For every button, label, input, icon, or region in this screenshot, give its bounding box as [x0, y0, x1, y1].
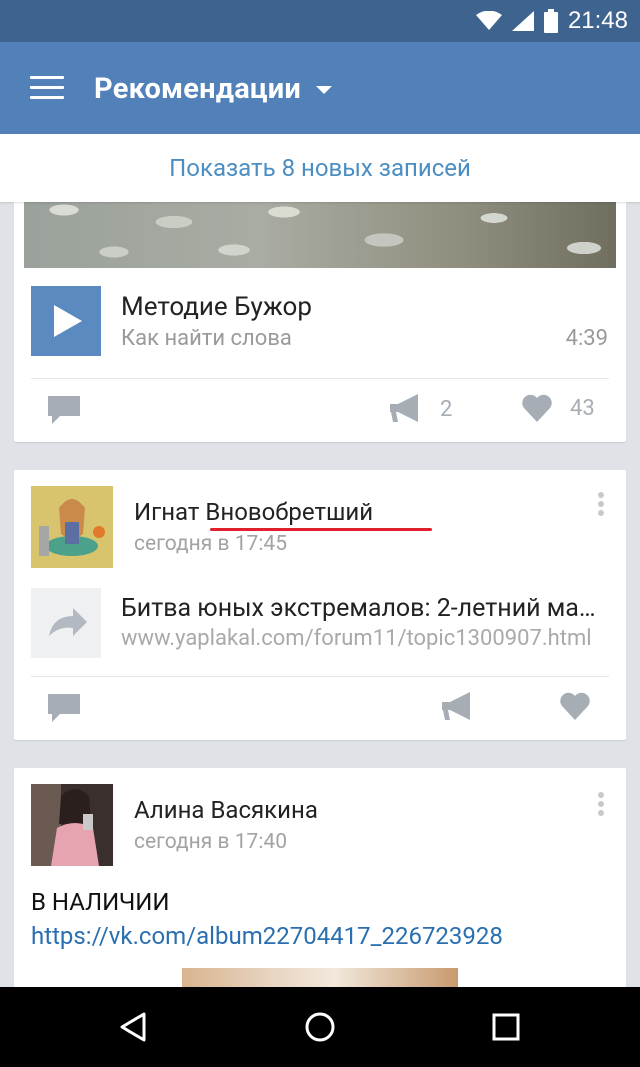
video-subtitle: Как найти слова — [121, 326, 292, 351]
repost-count: 2 — [440, 396, 453, 422]
post-card-link: Игнат Вновобретший сегодня в 17:45 Битва… — [14, 470, 626, 740]
status-bar: 21:48 — [0, 0, 640, 42]
status-icons: 21:48 — [475, 7, 628, 34]
post-card-video: Методие Бужор Как найти слова 4:39 2 43 — [14, 200, 626, 442]
author-underline — [210, 528, 432, 531]
repost-button[interactable]: 2 — [390, 394, 452, 424]
avatar[interactable] — [31, 784, 113, 866]
app-bar: Рекомендации — [0, 42, 640, 134]
comment-button[interactable] — [48, 396, 80, 424]
link-title[interactable]: Битва юных экстремалов: 2-летний мальчик… — [121, 594, 609, 623]
post-author[interactable]: Игнат Вновобретший — [134, 498, 373, 526]
back-icon[interactable] — [118, 1011, 148, 1043]
recents-icon[interactable] — [492, 1011, 520, 1043]
post-text: В НАЛИЧИИ — [31, 888, 170, 916]
like-button[interactable] — [560, 692, 590, 720]
post-link[interactable]: https://vk.com/album22704417_226723928 — [31, 922, 503, 950]
like-icon — [560, 692, 590, 720]
video-title[interactable]: Методие Бужор — [121, 292, 312, 322]
post-author[interactable]: Алина Васякина — [134, 796, 318, 824]
home-icon[interactable] — [304, 1011, 336, 1043]
cellular-icon — [511, 11, 534, 31]
more-vertical-icon[interactable] — [598, 492, 606, 519]
like-count: 43 — [570, 395, 595, 421]
comment-icon — [48, 694, 80, 722]
caret-down-icon[interactable] — [316, 86, 332, 94]
link-url[interactable]: www.yaplakal.com/forum11/topic1300907.ht… — [121, 626, 609, 651]
divider — [31, 676, 609, 677]
video-duration: 4:39 — [565, 326, 608, 351]
video-thumbnail[interactable] — [31, 286, 101, 356]
like-button[interactable]: 43 — [522, 394, 595, 422]
show-new-posts-button[interactable]: Показать 8 новых записей — [0, 134, 640, 202]
comment-icon — [48, 396, 80, 424]
play-icon — [54, 305, 82, 337]
page-title[interactable]: Рекомендации — [94, 72, 301, 106]
avatar[interactable] — [31, 486, 113, 568]
post-photo[interactable] — [24, 200, 616, 268]
post-time: сегодня в 17:45 — [134, 532, 288, 556]
link-thumbnail[interactable] — [31, 588, 101, 658]
like-icon — [522, 394, 552, 422]
more-vertical-icon[interactable] — [598, 792, 606, 819]
repost-icon — [442, 692, 470, 720]
share-arrow-icon — [49, 608, 87, 636]
menu-icon[interactable] — [30, 76, 64, 100]
battery-icon — [543, 9, 558, 33]
status-time: 21:48 — [567, 7, 628, 34]
repost-button[interactable] — [442, 692, 474, 722]
post-time: сегодня в 17:40 — [134, 830, 288, 854]
divider — [31, 378, 609, 379]
comment-button[interactable] — [48, 694, 80, 722]
system-nav-bar — [0, 987, 640, 1067]
repost-icon — [390, 394, 418, 422]
wifi-icon — [475, 11, 502, 30]
